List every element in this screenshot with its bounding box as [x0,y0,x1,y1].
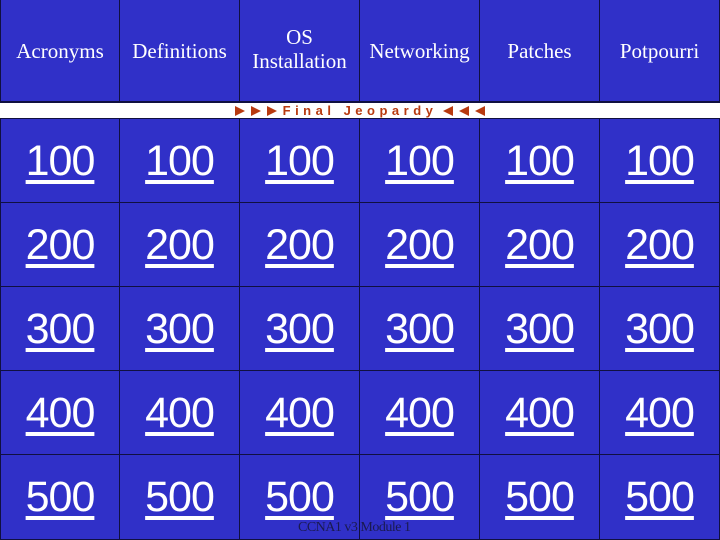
question-cell: 500 [480,455,600,540]
row-100: 100 100 100 100 100 100 [0,119,720,203]
question-cell: 400 [120,371,240,455]
question-link[interactable]: 300 [265,307,335,351]
question-link[interactable]: 100 [145,139,215,183]
category-label-line1: OS [286,24,313,49]
question-cell: 400 [0,371,120,455]
question-cell: 100 [360,119,480,203]
question-link[interactable]: 200 [26,223,96,267]
question-cell: 300 [0,287,120,371]
question-cell: 300 [360,287,480,371]
category-label: Patches [507,38,572,63]
category-label-line2: Installation [252,48,347,73]
question-cell: 100 [480,119,600,203]
right-arrows-icon [234,105,277,116]
question-link[interactable]: 400 [26,391,96,435]
question-link[interactable]: 500 [265,475,335,519]
question-link[interactable]: 100 [385,139,455,183]
question-cell: 100 [240,119,360,203]
category-label: Acronyms [16,38,104,63]
question-cell: 500 [120,455,240,540]
question-cell: 400 [360,371,480,455]
question-cell: 300 [600,287,720,371]
question-cell: 200 [120,203,240,287]
question-link[interactable]: 400 [385,391,455,435]
question-link[interactable]: 500 [505,475,575,519]
final-jeopardy-bar: Final Jeopardy [0,102,720,119]
question-grid: 100 100 100 100 100 100 200 200 200 200 … [0,119,720,540]
left-arrows-icon [443,105,486,116]
category-os-installation[interactable]: OS Installation [240,0,360,102]
question-link[interactable]: 100 [26,139,96,183]
question-link[interactable]: 100 [625,139,695,183]
category-potpourri[interactable]: Potpourri [600,0,720,102]
question-link[interactable]: 400 [625,391,695,435]
slide-footer: CCNA1 v3 Module 1 [298,520,411,535]
question-cell: 400 [480,371,600,455]
question-link[interactable]: 500 [385,475,455,519]
final-jeopardy-link[interactable]: Final Jeopardy [234,103,486,118]
category-header-row: Acronyms Definitions OS Installation Net… [0,0,720,102]
category-networking[interactable]: Networking [360,0,480,102]
row-300: 300 300 300 300 300 300 [0,287,720,371]
final-jeopardy-label: Final Jeopardy [282,103,438,118]
question-link[interactable]: 400 [505,391,575,435]
jeopardy-board: Acronyms Definitions OS Installation Net… [0,0,720,540]
question-cell: 300 [120,287,240,371]
question-cell: 500 [0,455,120,540]
question-link[interactable]: 500 [145,475,215,519]
question-link[interactable]: 300 [26,307,96,351]
question-cell: 200 [600,203,720,287]
question-link[interactable]: 200 [145,223,215,267]
category-label: Definitions [132,38,227,63]
question-link[interactable]: 300 [145,307,215,351]
category-patches[interactable]: Patches [480,0,600,102]
question-cell: 200 [480,203,600,287]
question-cell: 300 [240,287,360,371]
question-link[interactable]: 400 [145,391,215,435]
question-link[interactable]: 100 [505,139,575,183]
question-link[interactable]: 300 [625,307,695,351]
question-link[interactable]: 200 [625,223,695,267]
question-link[interactable]: 500 [625,475,695,519]
category-definitions[interactable]: Definitions [120,0,240,102]
question-cell: 100 [0,119,120,203]
question-cell: 500 [600,455,720,540]
question-link[interactable]: 400 [265,391,335,435]
category-acronyms[interactable]: Acronyms [0,0,120,102]
question-cell: 200 [0,203,120,287]
question-link[interactable]: 200 [385,223,455,267]
question-link[interactable]: 500 [26,475,96,519]
question-cell: 400 [240,371,360,455]
question-cell: 200 [360,203,480,287]
question-cell: 400 [600,371,720,455]
question-cell: 200 [240,203,360,287]
question-cell: 100 [120,119,240,203]
row-400: 400 400 400 400 400 400 [0,371,720,455]
question-link[interactable]: 300 [385,307,455,351]
category-label: Potpourri [619,38,700,63]
category-label: Networking [369,38,470,63]
question-cell: 100 [600,119,720,203]
row-200: 200 200 200 200 200 200 [0,203,720,287]
question-link[interactable]: 200 [265,223,335,267]
question-link[interactable]: 100 [265,139,335,183]
question-cell: 300 [480,287,600,371]
question-link[interactable]: 300 [505,307,575,351]
question-link[interactable]: 200 [505,223,575,267]
